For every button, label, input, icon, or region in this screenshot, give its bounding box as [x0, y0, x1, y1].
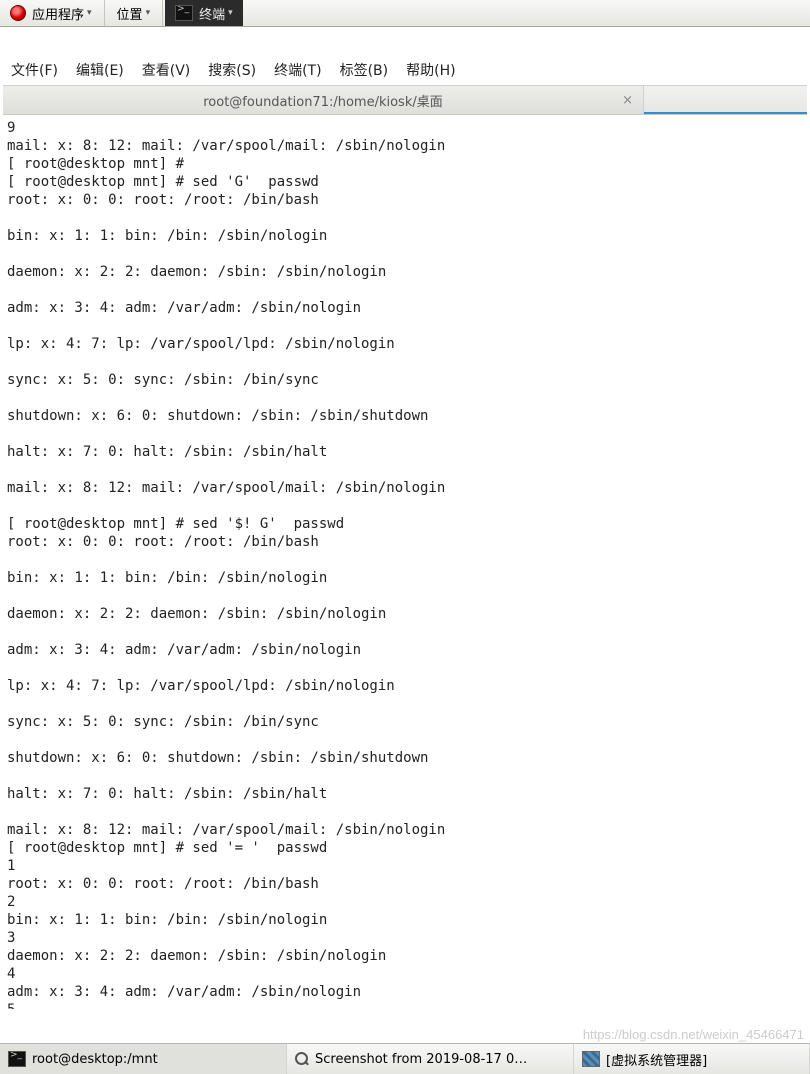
panel-running-app-label: 终端	[199, 4, 225, 23]
panel-divider	[162, 0, 163, 26]
menubar: 文件(F) 编辑(E) 查看(V) 搜索(S) 终端(T) 标签(B) 帮助(H…	[3, 55, 807, 85]
tab-close-button[interactable]: ×	[622, 93, 633, 108]
panel-applications-label: 应用程序	[32, 4, 84, 23]
taskbar-item-screenshot[interactable]: Screenshot from 2019-08-17 0…	[287, 1044, 574, 1074]
tabbar: root@foundation71:/home/kiosk/桌面 ×	[3, 85, 807, 115]
menu-search[interactable]: 搜索(S)	[208, 60, 256, 80]
caret-down-icon: ▾	[87, 8, 92, 18]
terminal-window: 文件(F) 编辑(E) 查看(V) 搜索(S) 终端(T) 标签(B) 帮助(H…	[3, 55, 807, 1009]
magnifier-icon	[295, 1052, 309, 1066]
taskbar-item-label: root@desktop:/mnt	[32, 1052, 158, 1067]
menu-tabs[interactable]: 标签(B)	[340, 60, 389, 80]
taskbar-item-terminal[interactable]: root@desktop:/mnt	[0, 1044, 287, 1074]
menu-view[interactable]: 查看(V)	[142, 60, 191, 80]
terminal-icon	[8, 1051, 26, 1067]
panel-applications[interactable]: 应用程序 ▾	[0, 0, 102, 26]
tab-terminal-1[interactable]: root@foundation71:/home/kiosk/桌面 ×	[3, 86, 644, 114]
caret-down-icon: ▾	[146, 8, 151, 18]
caret-down-icon: ▾	[228, 8, 233, 18]
panel-places-label: 位置	[117, 4, 143, 23]
panel-divider	[104, 0, 105, 26]
bottom-panel: root@desktop:/mnt Screenshot from 2019-0…	[0, 1043, 810, 1074]
tab-title: root@foundation71:/home/kiosk/桌面	[203, 91, 443, 110]
redhat-icon	[10, 5, 26, 21]
terminal-output[interactable]: 9 mail: x: 8: 12: mail: /var/spool/mail:…	[3, 115, 807, 1009]
menu-terminal[interactable]: 终端(T)	[274, 60, 321, 80]
panel-places[interactable]: 位置 ▾	[107, 0, 161, 26]
watermark: https://blog.csdn.net/weixin_45466471	[583, 1027, 804, 1042]
taskbar-item-label: Screenshot from 2019-08-17 0…	[315, 1052, 527, 1067]
tab-terminal-2[interactable]	[644, 86, 807, 114]
menu-edit[interactable]: 编辑(E)	[76, 60, 124, 80]
panel-running-app[interactable]: 终端 ▾	[165, 0, 243, 26]
screens-icon	[582, 1051, 600, 1067]
taskbar-item-vm-manager[interactable]: [虚拟系统管理器]	[574, 1044, 810, 1074]
top-panel: 应用程序 ▾ 位置 ▾ 终端 ▾	[0, 0, 810, 27]
taskbar-item-label: [虚拟系统管理器]	[606, 1050, 707, 1069]
menu-help[interactable]: 帮助(H)	[406, 60, 455, 80]
menu-file[interactable]: 文件(F)	[11, 60, 58, 80]
terminal-icon	[175, 5, 193, 21]
